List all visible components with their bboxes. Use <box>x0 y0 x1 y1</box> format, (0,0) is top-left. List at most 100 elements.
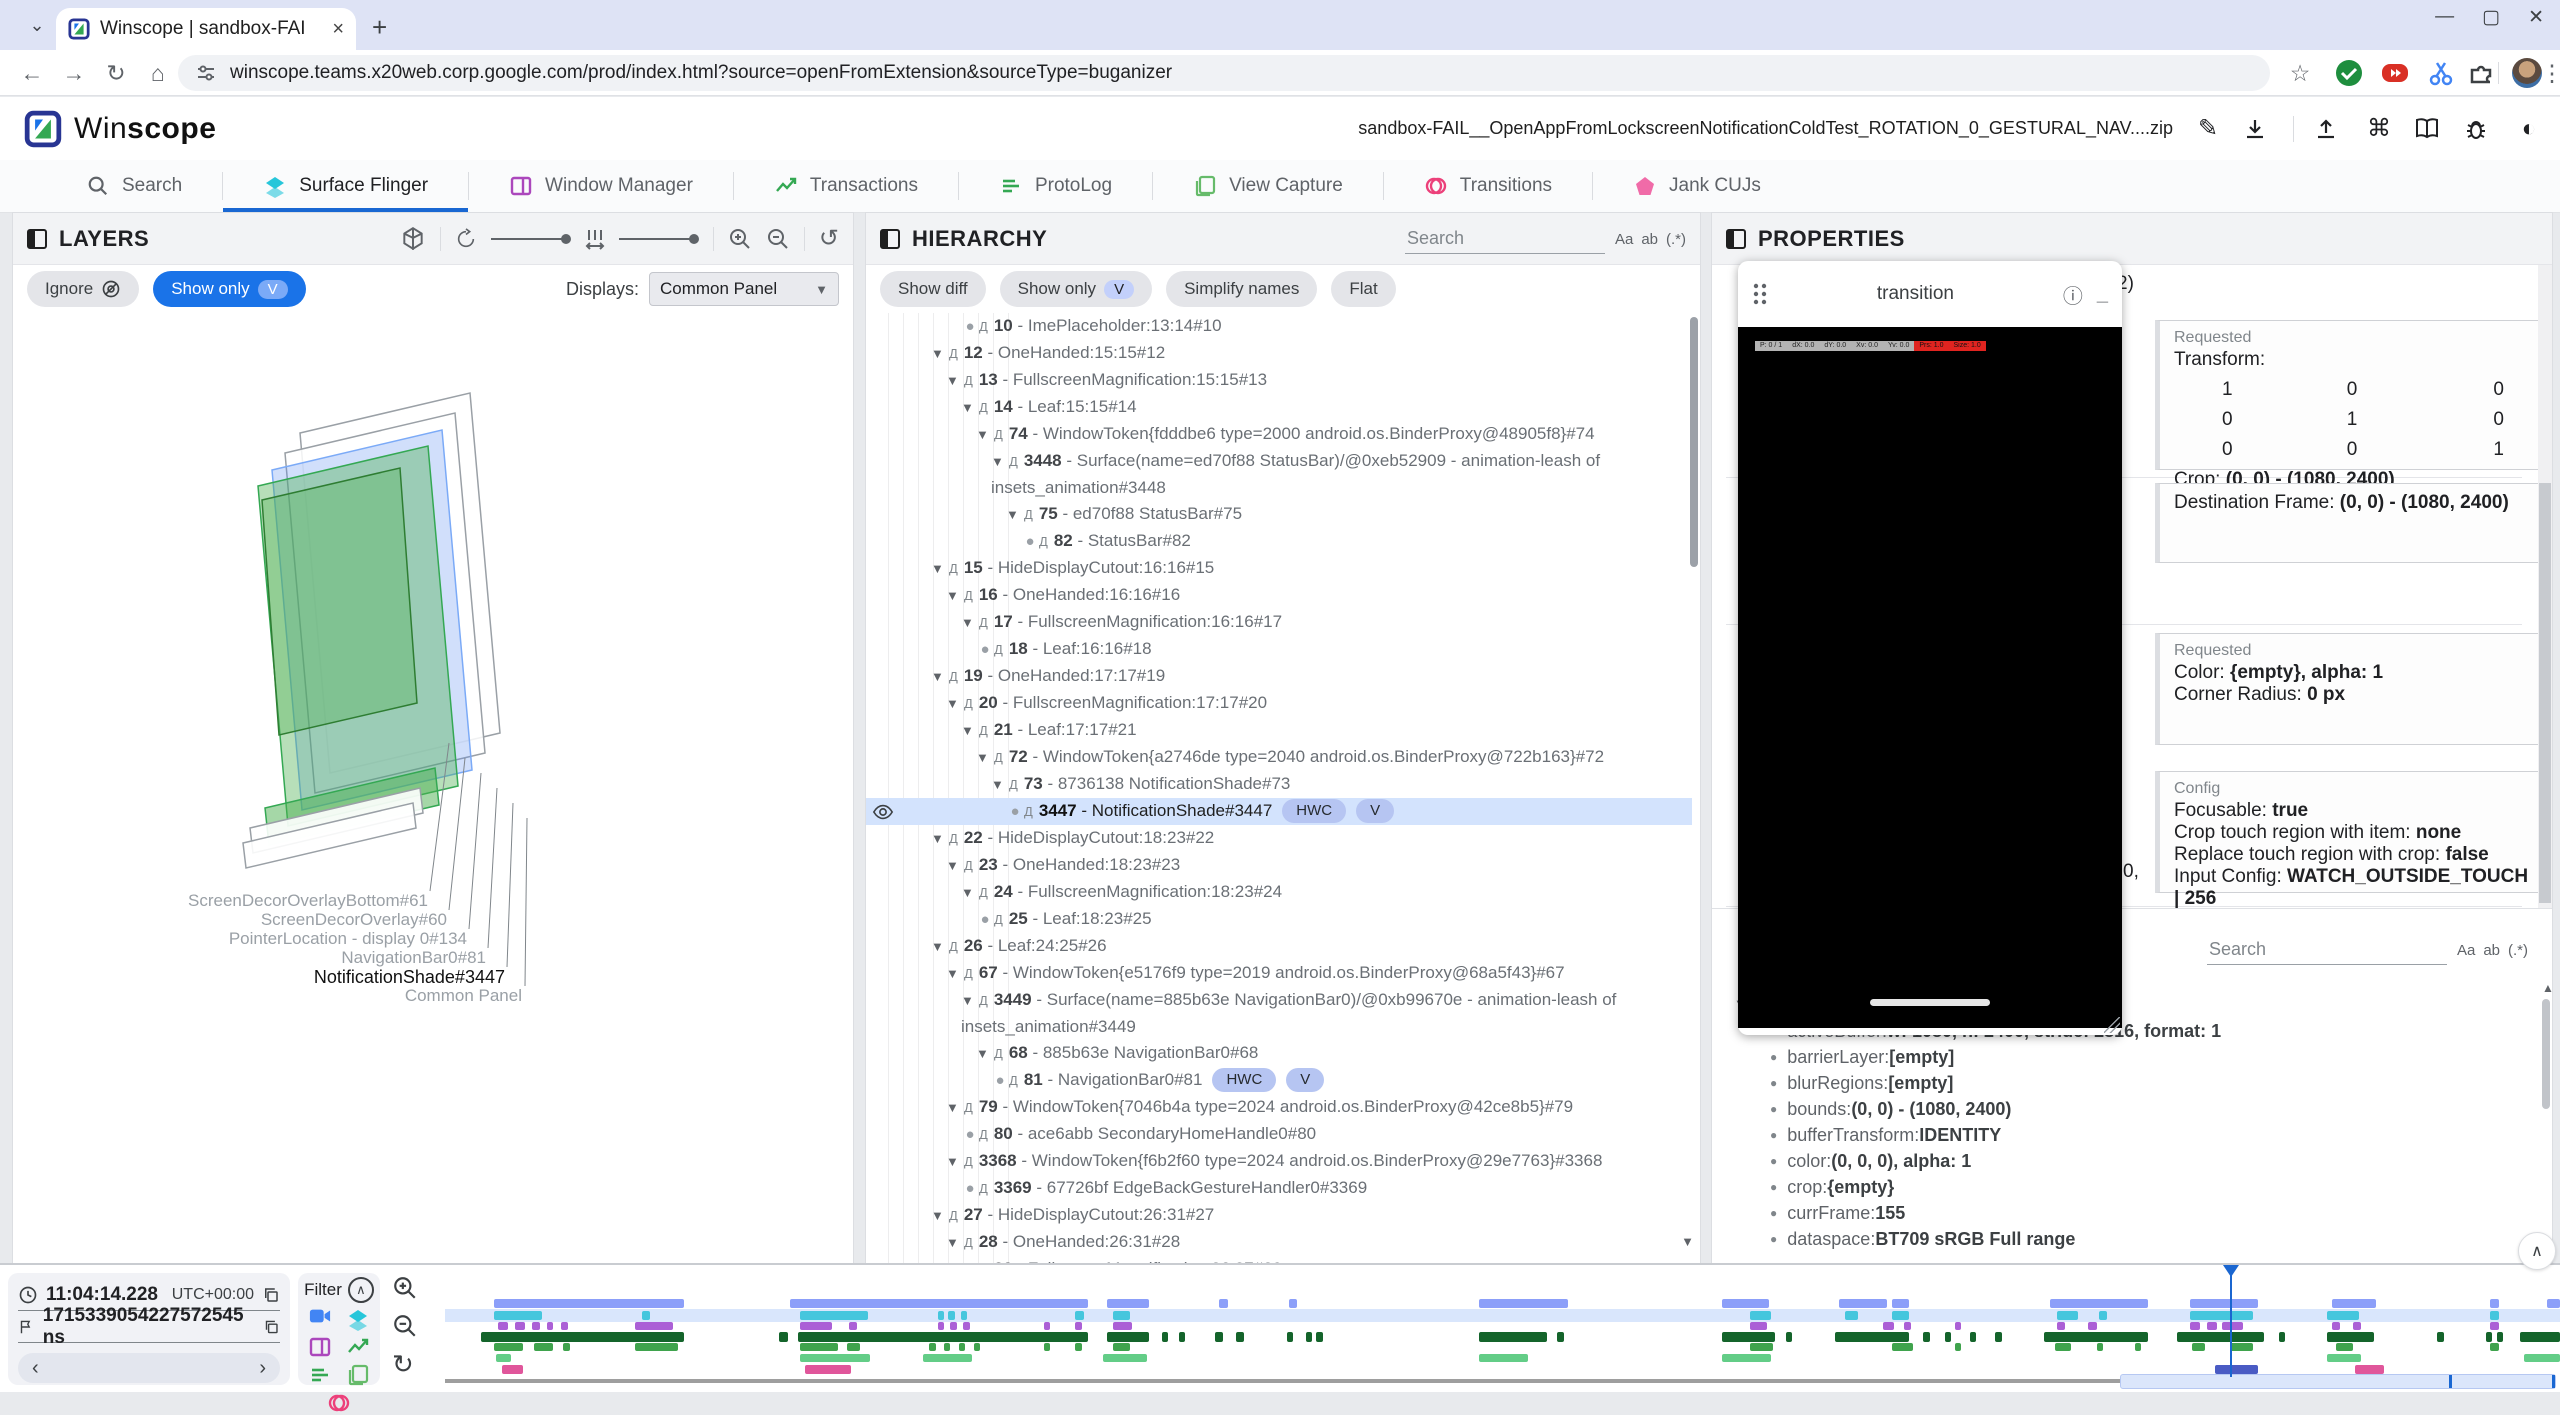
displays-select[interactable]: Common Panel▼ <box>649 272 839 306</box>
expand-arrow-icon[interactable]: ▼ <box>931 1203 949 1229</box>
trace-segment-view-capture[interactable] <box>800 1354 870 1362</box>
tree-node-81[interactable]: ●Д81 - NavigationBar0#81HWCV <box>866 1067 1692 1094</box>
search-tool-ab[interactable]: ab <box>1641 231 1658 248</box>
expand-arrow-icon[interactable]: ▼ <box>961 610 979 636</box>
trace-segment-window-manager[interactable] <box>2190 1322 2201 1330</box>
timeline-zoom-in-icon[interactable] <box>392 1275 418 1301</box>
search-tool-[interactable]: (.*) <box>1666 231 1686 248</box>
trace-segment-window-manager[interactable] <box>963 1322 969 1330</box>
trace-segment-screen-recording[interactable] <box>2050 1299 2147 1308</box>
layer-label-screendecoroverlay-60[interactable]: ScreenDecorOverlay#60 <box>261 910 447 930</box>
trace-segment-transactions[interactable] <box>1923 1332 1929 1342</box>
copy-icon[interactable] <box>263 1318 280 1336</box>
trace-segment-transactions[interactable] <box>2044 1332 2148 1342</box>
trace-segment-protolog[interactable] <box>974 1343 980 1351</box>
trace-segment-protolog[interactable] <box>800 1343 838 1351</box>
trace-segment-surface-flinger[interactable] <box>2327 1311 2359 1320</box>
properties-search-input[interactable]: Search <box>2207 935 2447 965</box>
expand-arrow-icon[interactable]: ▼ <box>961 880 979 906</box>
search-tool-aa[interactable]: Aa <box>2457 942 2475 959</box>
tree-node-29[interactable]: ▼Д29 - FullscreenMagnification:26:27#29 <box>866 1256 1692 1263</box>
transition-overlay-card[interactable]: transition ⓘ _ P: 0 / 1dX: 0.0dY: 0.0Xv:… <box>1738 261 2122 1035</box>
tree-node-26[interactable]: ▼Д26 - Leaf:24:25#26 <box>866 933 1692 960</box>
trace-segment-window-manager[interactable] <box>1955 1322 1961 1330</box>
upload-icon[interactable] <box>2314 117 2344 141</box>
trace-segment-surface-flinger[interactable] <box>1075 1311 1083 1320</box>
trace-segment-transactions[interactable] <box>1306 1332 1312 1342</box>
url-bar[interactable]: winscope.teams.x20web.corp.google.com/pr… <box>178 55 2270 91</box>
trace-segment-window-manager[interactable] <box>498 1322 509 1330</box>
trace-segment-window-manager[interactable] <box>1113 1322 1132 1330</box>
trace-segment-window-manager[interactable] <box>2207 1322 2218 1330</box>
expand-arrow-icon[interactable]: ▼ <box>946 961 964 987</box>
back-icon[interactable]: ← <box>18 59 46 87</box>
tree-node-15[interactable]: ▼Д15 - HideDisplayCutout:16:16#15 <box>866 555 1692 582</box>
trace-segment-protolog[interactable] <box>563 1343 569 1351</box>
trace-segment-protolog[interactable] <box>959 1343 965 1351</box>
chip-flat[interactable]: Flat <box>1331 271 1395 307</box>
tab-window-manager[interactable]: Window Manager <box>469 160 733 212</box>
trace-segment-screen-recording[interactable] <box>2332 1299 2376 1308</box>
trace-segment-window-manager[interactable] <box>1883 1322 1894 1330</box>
ns-time-field[interactable]: 1715339054227572545 ns <box>18 1311 280 1343</box>
trace-segment-surface-flinger[interactable] <box>961 1311 967 1320</box>
trace-segment-screen-recording[interactable] <box>1219 1299 1227 1308</box>
trace-segment-window-manager[interactable] <box>800 1322 832 1330</box>
tree-node-75[interactable]: ▼Д75 - ed70f88 StatusBar#75 <box>866 501 1692 528</box>
trace-segment-transactions[interactable] <box>2497 1332 2503 1342</box>
drag-handle-icon[interactable] <box>1752 282 1768 306</box>
tree-node-3449[interactable]: ▼Д3449 - Surface(name=885b63e Navigation… <box>866 987 1692 1040</box>
zoom-in-icon[interactable] <box>728 227 752 251</box>
property-currframe[interactable]: ●currFrame:155 <box>1712 1200 2538 1226</box>
collapse-panel-icon[interactable] <box>1726 229 1746 249</box>
shortcuts-icon[interactable]: ⌘ <box>2364 114 2394 143</box>
info-icon[interactable]: ⓘ <box>2063 280 2083 309</box>
browser-tab[interactable]: Winscope | sandbox-FAI × <box>56 8 356 50</box>
tree-node-10[interactable]: ●Д10 - ImePlaceholder:13:14#10 <box>866 313 1692 340</box>
hierarchy-search-input[interactable]: Search <box>1405 224 1605 254</box>
tree-node-68[interactable]: ▼Д68 - 885b63e NavigationBar0#68 <box>866 1040 1692 1067</box>
expand-arrow-icon[interactable]: ▼ <box>931 826 949 852</box>
filter-list-icon[interactable] <box>308 1363 332 1387</box>
tab-surface-flinger[interactable]: Surface Flinger <box>223 160 468 212</box>
tab-search-button[interactable]: ⌄ <box>20 9 54 41</box>
trace-segment-view-capture[interactable] <box>1722 1354 1771 1362</box>
3d-view-icon[interactable] <box>400 226 426 252</box>
trace-segment-transactions[interactable] <box>1995 1332 2001 1342</box>
tree-node-16[interactable]: ▼Д16 - OneHanded:16:16#16 <box>866 582 1692 609</box>
tree-node-13[interactable]: ▼Д13 - FullscreenMagnification:15:15#13 <box>866 367 1692 394</box>
url-text[interactable]: winscope.teams.x20web.corp.google.com/pr… <box>230 62 1172 84</box>
search-tool-[interactable]: (.*) <box>2508 942 2528 959</box>
rotation-slider[interactable] <box>491 234 571 244</box>
visibility-icon[interactable] <box>872 801 894 823</box>
expand-arrow-icon[interactable]: ▼ <box>961 395 979 421</box>
trace-segment-transactions[interactable] <box>2327 1332 2374 1342</box>
dark-mode-toggle-icon[interactable]: ◐ <box>2514 115 2544 143</box>
tree-node-12[interactable]: ▼Д12 - OneHanded:15:15#12 <box>866 340 1692 367</box>
trace-segment-protolog[interactable] <box>2490 1343 2498 1351</box>
trace-segment-window-manager[interactable] <box>1904 1322 1910 1330</box>
trace-segment-window-manager[interactable] <box>2088 1322 2096 1330</box>
trace-segment-protolog[interactable] <box>2097 1343 2103 1351</box>
expand-arrow-icon[interactable]: ▼ <box>946 368 964 394</box>
copy-icon[interactable] <box>262 1286 280 1304</box>
expand-arrow-icon[interactable]: ▼ <box>961 988 979 1014</box>
trace-segment-transactions[interactable] <box>2279 1332 2285 1342</box>
trace-segment-transactions[interactable] <box>2177 1332 2264 1342</box>
trace-segment-transactions[interactable] <box>1215 1332 1223 1342</box>
bookmark-star-icon[interactable]: ☆ <box>2286 59 2314 87</box>
trace-segment-protolog[interactable] <box>1955 1343 1961 1351</box>
expand-arrow-icon[interactable]: ▼ <box>946 1095 964 1121</box>
trace-segment-window-manager[interactable] <box>561 1322 567 1330</box>
trace-segment-transactions[interactable] <box>1107 1332 1149 1342</box>
expand-arrow-icon[interactable]: ▼ <box>931 934 949 960</box>
close-window-icon[interactable]: ✕ <box>2528 6 2544 29</box>
tree-node-3447[interactable]: ●Д3447 - NotificationShade#3447HWCV <box>866 798 1692 825</box>
expand-arrow-icon[interactable]: ▼ <box>991 449 1009 475</box>
timeline-reset-icon[interactable]: ↻ <box>392 1351 418 1377</box>
expand-arrow-icon[interactable]: ▼ <box>946 583 964 609</box>
filter-frames-icon[interactable] <box>346 1363 370 1387</box>
trace-segment-transactions[interactable] <box>481 1332 684 1342</box>
resize-handle[interactable] <box>2104 1017 2120 1033</box>
trace-segment-surface-flinger[interactable] <box>1750 1311 1771 1320</box>
